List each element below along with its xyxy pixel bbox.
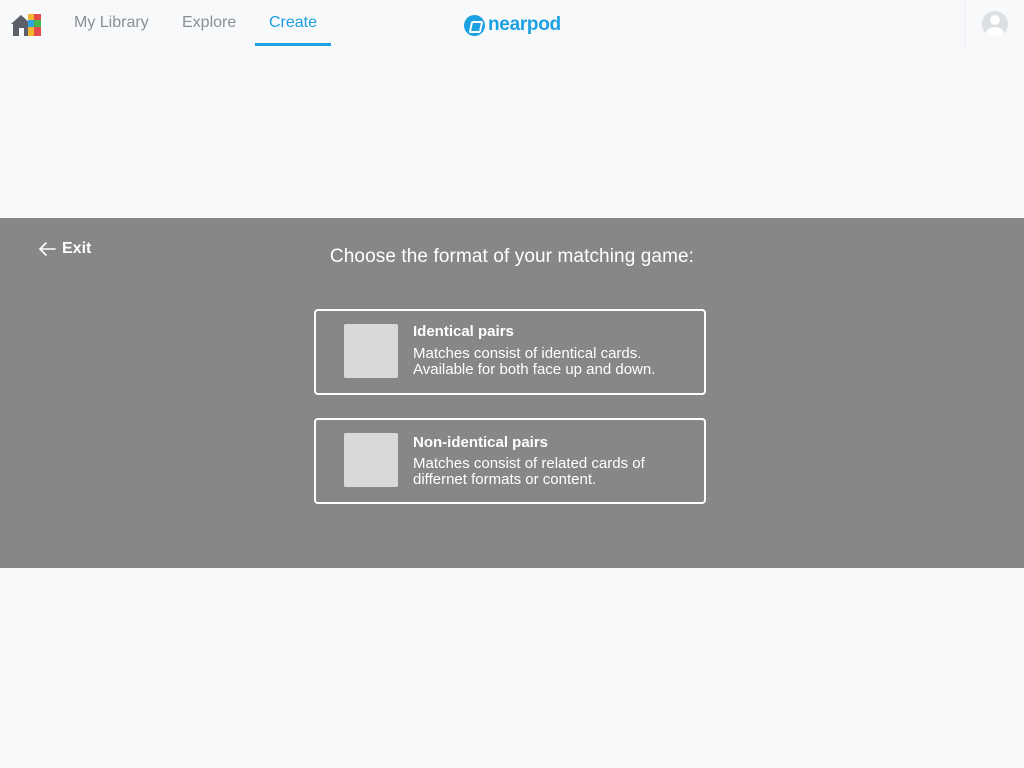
identical-pairs-thumbnail <box>344 324 398 378</box>
brand-name: nearpod <box>488 14 561 35</box>
option-title: Non-identical pairs <box>413 434 549 451</box>
home-icon[interactable] <box>10 12 44 38</box>
nearpod-logo-icon <box>464 14 485 36</box>
nearpod-logo: nearpod <box>464 14 561 36</box>
option-description: Matches consist of identical cards. Avai… <box>413 345 656 378</box>
tab-explore[interactable]: Explore <box>182 0 236 46</box>
non-identical-pairs-thumbnail <box>344 433 398 487</box>
page-background <box>0 568 1024 768</box>
top-navigation-bar: My Library Explore Create nearpod <box>0 0 1024 48</box>
tab-create[interactable]: Create <box>255 0 331 46</box>
format-chooser-modal: Exit Choose the format of your matching … <box>0 218 1024 568</box>
modal-heading: Choose the format of your matching game: <box>329 246 695 267</box>
header-divider <box>964 0 965 48</box>
user-avatar-icon[interactable] <box>982 11 1008 37</box>
tab-my-library[interactable]: My Library <box>74 0 149 46</box>
identical-pairs-option[interactable]: Identical pairs Matches consist of ident… <box>314 309 706 395</box>
non-identical-pairs-option[interactable]: Non-identical pairs Matches consist of r… <box>314 418 706 504</box>
option-description: Matches consist of related cards of diff… <box>413 455 645 488</box>
option-title: Identical pairs <box>413 323 514 340</box>
